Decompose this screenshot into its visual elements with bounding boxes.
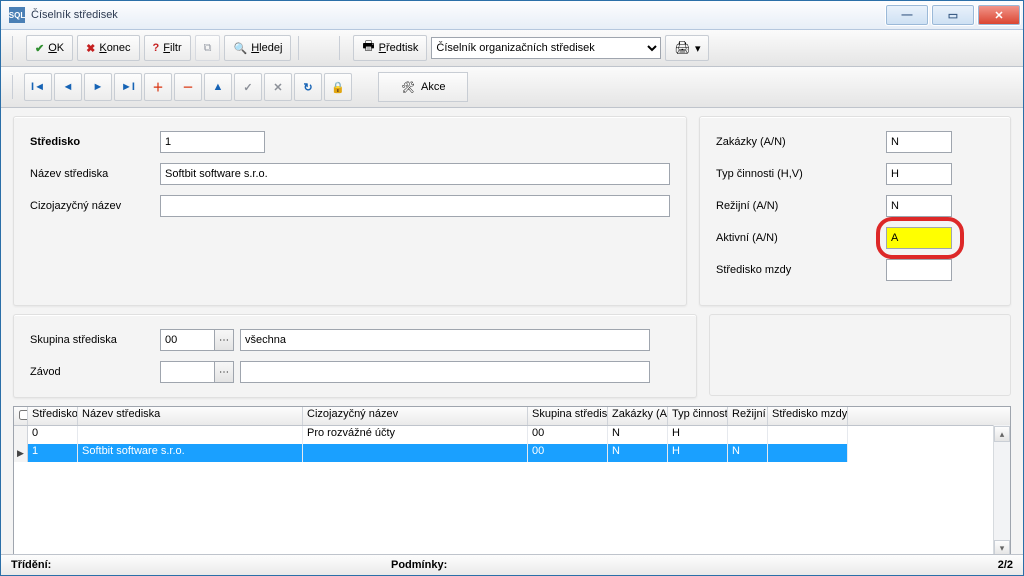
hledej-button[interactable]: 🔍HledejHledej xyxy=(224,35,291,61)
panel-skupina: Skupina střediska 00⋯ všechna Závod ⋯ xyxy=(13,314,697,398)
separator xyxy=(12,36,19,60)
print-button[interactable]: 🖨▾ xyxy=(665,35,709,61)
status-bar: Třídění: Podmínky: 2/2 xyxy=(1,554,1023,575)
separator xyxy=(298,36,305,60)
panel-flags: Zakázky (A/N) N Typ činnosti (H,V) H Rež… xyxy=(699,116,1011,306)
col-cizo[interactable]: Cizojazyčný název xyxy=(303,407,528,425)
scroll-down-button[interactable]: ▾ xyxy=(994,540,1010,554)
col-nazev[interactable]: Název střediska xyxy=(78,407,303,425)
nav-lock-button[interactable]: 🔒 xyxy=(324,73,352,101)
nav-delete-button[interactable]: － xyxy=(174,73,202,101)
status-counter: 2/2 xyxy=(953,559,1013,571)
stredisko-label: Středisko xyxy=(30,136,160,148)
minimize-button[interactable]: — xyxy=(885,4,929,26)
col-zakazky[interactable]: Zakázky (A/N) xyxy=(608,407,668,425)
row-indicator: ▶ xyxy=(14,444,28,462)
konec-button[interactable]: ✖KonecKonec xyxy=(77,35,139,61)
akce-button[interactable]: 🛠AkceAkce xyxy=(378,72,468,102)
predtisk-combo[interactable]: Číselník organizačních středisek xyxy=(431,37,661,59)
stredisko-input[interactable]: 1 xyxy=(160,131,265,153)
nav-edit-button[interactable]: ▲ xyxy=(204,73,232,101)
aktivni-label: Aktivní (A/N) xyxy=(716,232,886,244)
nazev-input[interactable]: Softbit software s.r.o. xyxy=(160,163,670,185)
window-title: Číselník středisek xyxy=(31,9,885,21)
cizo-input[interactable] xyxy=(160,195,670,217)
nav-refresh-button[interactable]: ↻ xyxy=(294,73,322,101)
nazev-label: Název střediska xyxy=(30,168,160,180)
nav-post-button[interactable]: ✓ xyxy=(234,73,262,101)
skupina-code-input[interactable]: 00⋯ xyxy=(160,329,234,351)
zavod-text-input[interactable] xyxy=(240,361,650,383)
nav-cancel-button[interactable]: ✕ xyxy=(264,73,292,101)
separator xyxy=(339,36,346,60)
separator xyxy=(12,75,19,99)
strediskomzdy-input[interactable] xyxy=(886,259,952,281)
zavod-label: Závod xyxy=(30,366,160,378)
top-panels: Středisko 1 Název střediska Softbit soft… xyxy=(13,116,1011,306)
row-indicator xyxy=(14,426,28,444)
col-stredisko[interactable]: Středisko xyxy=(28,407,78,425)
scroll-up-button[interactable]: ▴ xyxy=(994,426,1010,442)
nav-prev-button[interactable]: ◄ xyxy=(54,73,82,101)
typcinnosti-label: Typ činnosti (H,V) xyxy=(716,168,886,180)
mid-panels: Skupina střediska 00⋯ všechna Závod ⋯ xyxy=(13,314,1011,398)
skupina-text-input[interactable]: všechna xyxy=(240,329,650,351)
nav-next-button[interactable]: ► xyxy=(84,73,112,101)
skupina-picker-button[interactable]: ⋯ xyxy=(214,330,233,350)
close-button[interactable]: ✕ xyxy=(977,4,1021,26)
panel-stredisko: Středisko 1 Název střediska Softbit soft… xyxy=(13,116,687,306)
empty-panel xyxy=(709,314,1011,396)
nav-add-button[interactable]: ＋ xyxy=(144,73,172,101)
tools-icon: 🛠 xyxy=(401,81,415,94)
main-toolbar: ✔OOKK ✖KonecKonec ?FiltrFiltr ⧉ 🔍HledejH… xyxy=(1,30,1023,67)
nav-last-button[interactable]: ►I xyxy=(114,73,142,101)
predtisk-button[interactable]: 🖶PředtiskPředtisk xyxy=(353,35,427,61)
col-rezijni[interactable]: Režijní xyxy=(728,407,768,425)
maximize-button[interactable]: ▭ xyxy=(931,4,975,26)
window-buttons: — ▭ ✕ xyxy=(885,4,1021,26)
typcinnosti-input[interactable]: H xyxy=(886,163,952,185)
highlight-circle: A xyxy=(886,227,952,249)
rezijni-input[interactable]: N xyxy=(886,195,952,217)
zakazky-label: Zakázky (A/N) xyxy=(716,136,886,148)
rezijni-label: Režijní (A/N) xyxy=(716,200,886,212)
col-strediskomzdy[interactable]: Středisko mzdy xyxy=(768,407,848,425)
disabled-button: ⧉ xyxy=(195,35,221,61)
table-row[interactable]: 0 Pro rozvážné účty 00 N H xyxy=(14,426,1010,444)
strediskomzdy-label: Středisko mzdy xyxy=(716,264,886,276)
aktivni-input[interactable]: A xyxy=(886,227,952,249)
status-trideni: Třídění: xyxy=(11,559,391,571)
grid-header: Středisko Název střediska Cizojazyčný ná… xyxy=(14,407,1010,426)
content-area: Středisko 1 Název střediska Softbit soft… xyxy=(1,108,1023,554)
app-window: SQL Číselník středisek — ▭ ✕ ✔OOKK ✖Kone… xyxy=(0,0,1024,576)
zavod-code-input[interactable]: ⋯ xyxy=(160,361,234,383)
col-skupina[interactable]: Skupina střediska xyxy=(528,407,608,425)
filtr-button[interactable]: ?FiltrFiltr xyxy=(144,35,191,61)
grid-header-selector[interactable] xyxy=(14,407,28,425)
ok-button[interactable]: ✔OOKK xyxy=(26,35,73,61)
grid-body: 0 Pro rozvážné účty 00 N H ▶ 1 Softbit s… xyxy=(14,426,1010,554)
record-navbar: I◄ ◄ ► ►I ＋ － ▲ ✓ ✕ ↻ 🔒 🛠AkceAkce xyxy=(1,67,1023,108)
app-icon: SQL xyxy=(9,7,25,23)
data-grid[interactable]: Středisko Název střediska Cizojazyčný ná… xyxy=(13,406,1011,554)
col-typcinnosti[interactable]: Typ činnosti xyxy=(668,407,728,425)
zakazky-input[interactable]: N xyxy=(886,131,952,153)
cizo-label: Cizojazyčný název xyxy=(30,200,160,212)
nav-first-button[interactable]: I◄ xyxy=(24,73,52,101)
titlebar: SQL Číselník středisek — ▭ ✕ xyxy=(1,1,1023,30)
zavod-picker-button[interactable]: ⋯ xyxy=(214,362,233,382)
table-row[interactable]: ▶ 1 Softbit software s.r.o. 00 N H N xyxy=(14,444,1010,462)
skupina-label: Skupina střediska xyxy=(30,334,160,346)
select-all-checkbox[interactable] xyxy=(19,410,28,420)
status-podminky: Podmínky: xyxy=(391,559,953,571)
vertical-scrollbar[interactable]: ▴ ▾ xyxy=(993,425,1010,554)
